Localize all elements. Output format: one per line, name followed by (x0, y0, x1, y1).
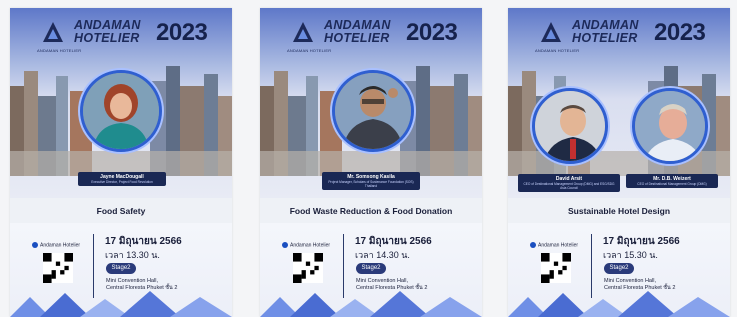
stage-badge: Stage2 (356, 263, 386, 274)
event-date: 17 มิถุนายน 2566 (603, 236, 680, 247)
andaman-logo-icon (293, 22, 313, 42)
venue-line2: Central Floresta Phuket ชั้น 2 (604, 285, 676, 291)
speaker-role: CEO of Destinational Management Group (D… (637, 182, 707, 186)
brand-title: ANDAMAN HOTELIER (572, 19, 639, 45)
brand-title: ANDAMAN HOTELIER (74, 19, 141, 45)
event-date: 17 มิถุนายน 2566 (105, 236, 182, 247)
brand-line2: HOTELIER (572, 31, 638, 45)
divider (591, 234, 592, 298)
speaker-name-card-2: Mr. D.B. Weizert CEO of Destinational Ma… (626, 174, 718, 188)
speaker-photo (80, 70, 162, 152)
session-topic: Sustainable Hotel Design (567, 206, 671, 216)
facebook-handle[interactable]: Andaman Hotelier (282, 242, 330, 248)
logo-subtext: ANDAMAN HOTELIER (37, 48, 82, 53)
facebook-icon (32, 242, 38, 248)
brand-year: 2023 (156, 19, 208, 46)
speaker-photo-1 (532, 88, 608, 164)
event-date: 17 มิถุนายน 2566 (355, 236, 432, 247)
event-time: เวลา 13.30 น. (105, 250, 160, 260)
event-poster-hotel-design[interactable]: ANDAMAN HOTELIER ANDAMAN HOTELIER 2023 D… (508, 8, 730, 317)
divider (93, 234, 94, 298)
andaman-logo-icon (541, 22, 561, 42)
event-venue: Mini Convention Hall, Central Floresta P… (106, 278, 177, 292)
divider (343, 234, 344, 298)
speaker-role: Project Manager, Scholars of Sustenance … (328, 180, 414, 188)
speaker-role: CEO of Destinational Management Group (D… (523, 182, 615, 190)
event-venue: Mini Convention Hall, Central Floresta P… (604, 278, 675, 292)
logo-subtext: ANDAMAN HOTELIER (287, 48, 332, 53)
facebook-label: Andaman Hotelier (40, 242, 81, 249)
event-time: เวลา 15.30 น. (603, 250, 658, 260)
session-topic: Food Waste Reduction & Food Donation (289, 206, 453, 216)
venue-line1: Mini Convention Hall, (106, 278, 158, 284)
speaker-name-card: Jayne MacDougall Executive Director, Pro… (78, 172, 166, 186)
facebook-icon (282, 242, 288, 248)
qr-code-icon[interactable] (541, 253, 571, 283)
speaker-name-card: Mr. Somsong Kasila Project Manager, Scho… (322, 172, 420, 190)
qr-code-icon[interactable] (293, 253, 323, 283)
qr-code-icon[interactable] (43, 253, 73, 283)
speaker-role: Executive Director, Project Food Revolut… (91, 180, 153, 184)
venue-line1: Mini Convention Hall, (604, 278, 656, 284)
facebook-handle[interactable]: Andaman Hotelier (32, 242, 80, 248)
venue-line2: Central Floresta Phuket ชั้น 2 (106, 285, 178, 291)
brand-year: 2023 (654, 19, 706, 46)
brand-line2: HOTELIER (324, 31, 390, 45)
facebook-label: Andaman Hotelier (290, 242, 331, 249)
venue-line2: Central Floresta Phuket ชั้น 2 (356, 285, 428, 291)
brand-line2: HOTELIER (74, 31, 140, 45)
event-venue: Mini Convention Hall, Central Floresta P… (356, 278, 427, 292)
venue-line1: Mini Convention Hall, (356, 278, 408, 284)
event-poster-food-waste[interactable]: ANDAMAN HOTELIER ANDAMAN HOTELIER 2023 M… (260, 8, 482, 317)
stage-badge: Stage2 (106, 263, 136, 274)
facebook-icon (530, 242, 536, 248)
andaman-logo-icon (43, 22, 63, 42)
logo-subtext: ANDAMAN HOTELIER (535, 48, 580, 53)
event-poster-food-safety[interactable]: ANDAMAN HOTELIER ANDAMAN HOTELIER 2023 J… (10, 8, 232, 317)
speaker-name-card-1: David Arsit CEO of Destinational Managem… (518, 174, 620, 192)
facebook-handle[interactable]: Andaman Hotelier (530, 242, 578, 248)
event-time: เวลา 14.30 น. (355, 250, 410, 260)
stage-badge: Stage2 (604, 263, 634, 274)
speaker-photo (332, 70, 414, 152)
brand-title: ANDAMAN HOTELIER (324, 19, 391, 45)
speaker-photo-2 (632, 88, 708, 164)
facebook-label: Andaman Hotelier (538, 242, 579, 249)
session-topic: Food Safety (96, 206, 146, 216)
brand-year: 2023 (406, 19, 458, 46)
